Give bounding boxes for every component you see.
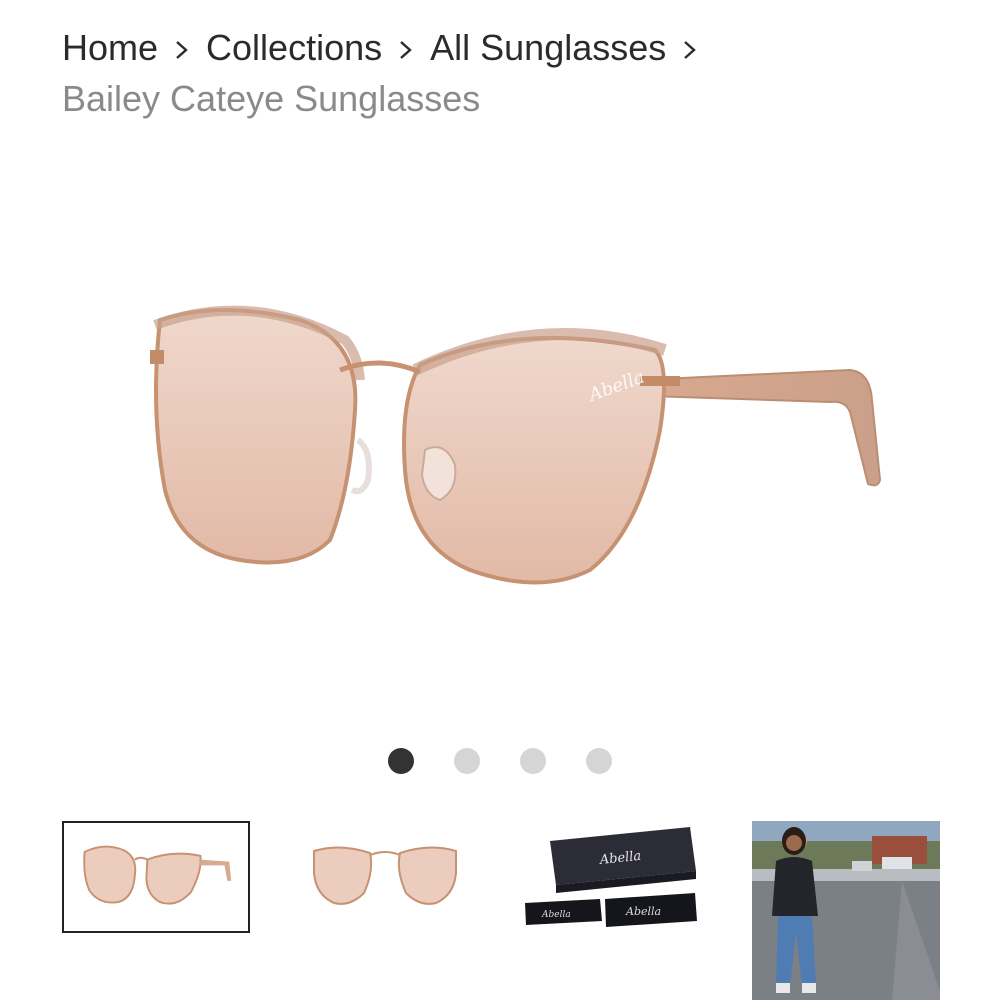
breadcrumb-all-sunglasses-link[interactable]: All Sunglasses [430, 26, 666, 70]
chevron-right-icon [382, 26, 430, 70]
thumbnail-strip: Abella Abella Abella [0, 820, 1000, 1000]
gallery-dot-3[interactable] [520, 748, 546, 774]
gallery-dot-2[interactable] [454, 748, 480, 774]
chevron-right-icon [666, 26, 714, 70]
packaging-thumbnail-image: Abella Abella Abella [525, 827, 697, 927]
thumbnail-packaging[interactable]: Abella Abella Abella [520, 821, 710, 933]
thumbnail-lifestyle-photo[interactable] [752, 821, 940, 1000]
sunglasses-thumbnail-image [83, 845, 232, 905]
gallery-dot-4[interactable] [586, 748, 612, 774]
breadcrumb-home-link[interactable]: Home [62, 26, 158, 70]
lifestyle-photo-image [752, 821, 940, 1000]
sunglasses-image: Abella [150, 305, 882, 585]
breadcrumb: Home Collections All Sunglasses Bailey C… [62, 26, 942, 124]
thumbnail-front-view[interactable] [300, 821, 470, 933]
gallery-dot-1[interactable] [388, 748, 414, 774]
breadcrumb-collections-link[interactable]: Collections [206, 26, 382, 70]
product-main-image[interactable]: Abella [0, 150, 1000, 730]
chevron-right-icon [158, 26, 206, 70]
pouch-brand-text-right: Abella [625, 905, 661, 918]
pouch-brand-text-left: Abella [541, 910, 571, 920]
thumbnail-angle-view[interactable] [62, 821, 250, 933]
gallery-pagination [0, 748, 1000, 776]
breadcrumb-current-page: Bailey Cateye Sunglasses [62, 78, 481, 119]
sunglasses-thumbnail-image [313, 846, 457, 905]
